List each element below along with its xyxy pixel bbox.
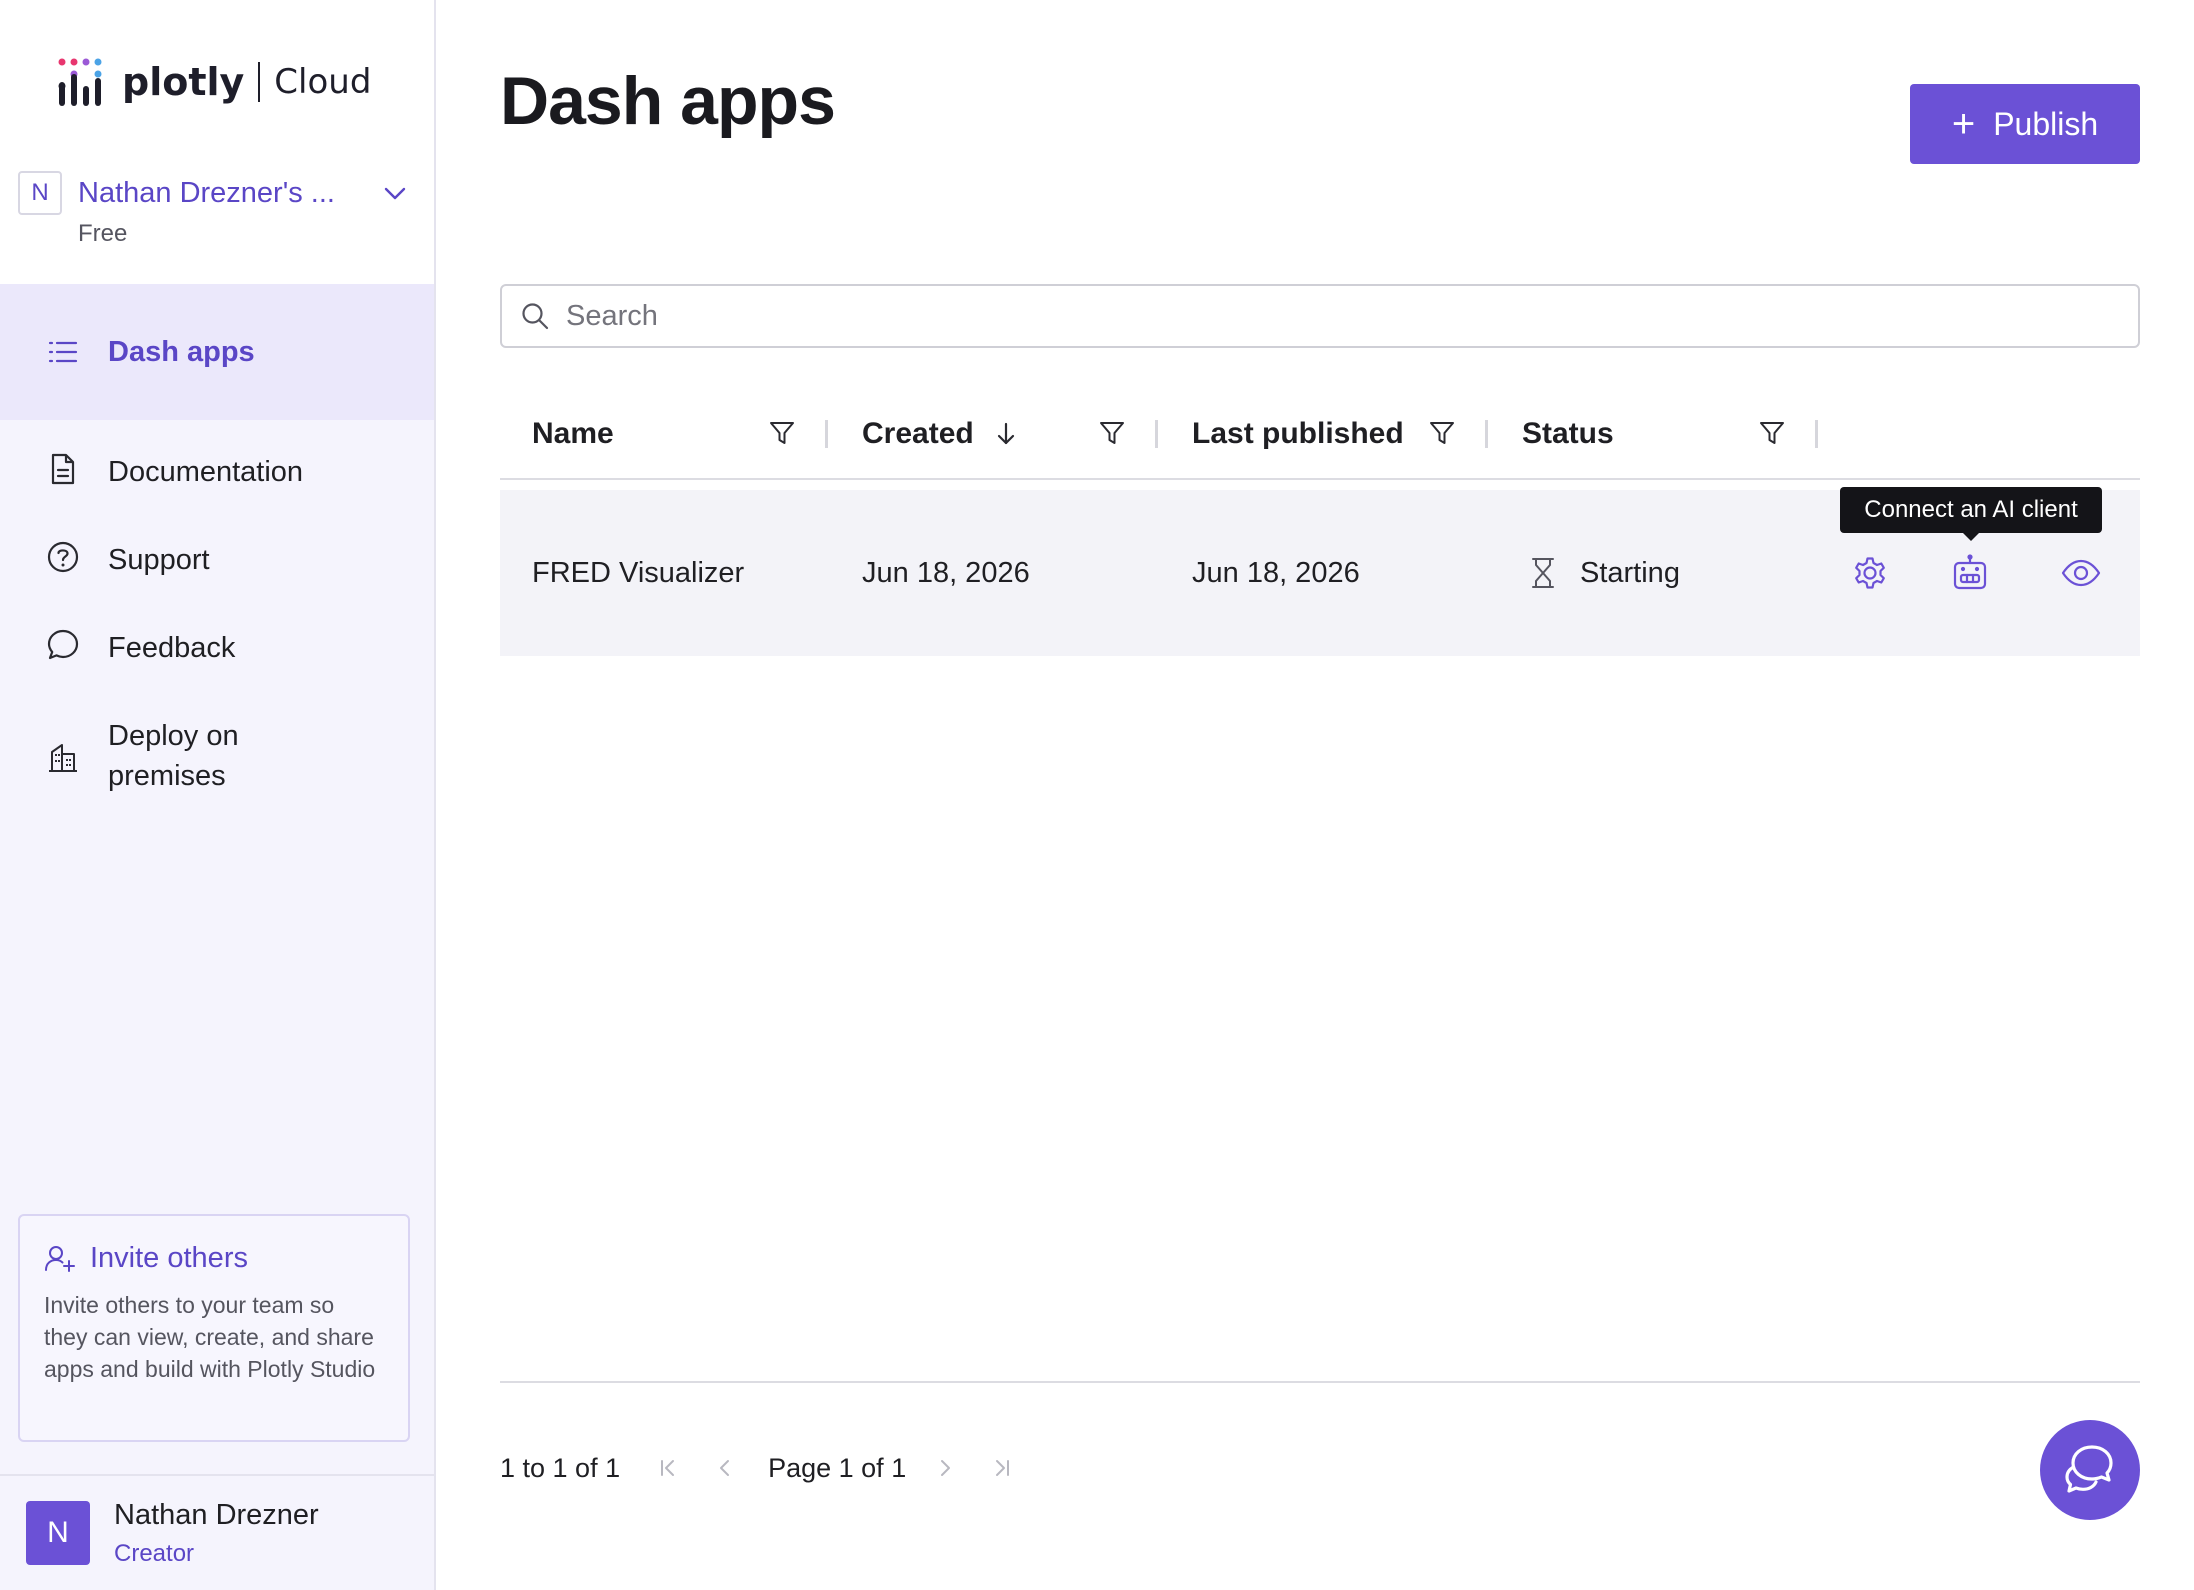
publish-button[interactable]: + Publish (1910, 84, 2140, 164)
user-profile[interactable]: N Nathan Drezner Creator (0, 1474, 434, 1590)
avatar: N (26, 1501, 90, 1565)
first-page-icon[interactable] (654, 1453, 684, 1483)
sort-descending-icon[interactable] (992, 420, 1020, 448)
sidebar-item-feedback[interactable]: Feedback (0, 628, 434, 668)
list-icon (48, 341, 78, 363)
invite-card: Invite others Invite others to your team… (18, 1214, 410, 1442)
chat-support-button[interactable] (2040, 1420, 2140, 1520)
filter-icon[interactable] (1097, 418, 1127, 448)
page-title: Dash apps (500, 63, 836, 139)
column-resize-handle[interactable] (1815, 420, 1818, 448)
search-input[interactable] (566, 299, 2066, 333)
sidebar-item-label: Support (108, 544, 210, 576)
sidebar-item-documentation[interactable]: Documentation (0, 452, 434, 492)
invite-description: Invite others to your team so they can v… (44, 1292, 376, 1382)
cell-created: Jun 18, 2026 (862, 556, 1030, 589)
column-resize-handle[interactable] (1485, 420, 1488, 448)
column-header-name[interactable]: Name (532, 400, 614, 468)
team-switcher[interactable]: N Nathan Drezner's ... (18, 170, 418, 216)
sidebar-item-support[interactable]: Support (0, 540, 434, 580)
filter-icon[interactable] (1427, 418, 1457, 448)
plotly-cloud-logo[interactable]: plotly Cloud (56, 56, 371, 108)
table-footer-divider (500, 1381, 2140, 1383)
robot-icon[interactable] (1950, 553, 1990, 593)
invite-title: Invite others (90, 1242, 248, 1274)
user-role: Creator (114, 1539, 195, 1567)
building-icon (49, 744, 77, 772)
search-icon (522, 303, 549, 330)
chat-bubble-icon (47, 629, 79, 660)
invite-others-link[interactable]: Invite others (44, 1242, 384, 1275)
table-header: Name Created Last published Status (500, 400, 2140, 480)
sidebar-item-label: Deploy on premises (108, 720, 239, 792)
sidebar-item-dash-apps[interactable]: Dash apps (0, 284, 434, 420)
cell-status: Starting (1528, 490, 1680, 656)
plus-icon: + (1951, 102, 1976, 146)
add-user-icon (45, 1245, 75, 1272)
sidebar-item-label: Dash apps (108, 336, 255, 368)
chevron-down-icon[interactable] (380, 178, 410, 208)
team-plan: Free (78, 220, 128, 247)
column-label: Last published (1192, 417, 1404, 450)
sidebar: plotly Cloud N Nathan Drezner's ... Free… (0, 0, 436, 1590)
filter-icon[interactable] (1757, 418, 1787, 448)
sidebar-header: plotly Cloud N Nathan Drezner's ... Free (0, 0, 434, 284)
pagination: 1 to 1 of 1 Page 1 of 1 (500, 1448, 1016, 1488)
user-name: Nathan Drezner (114, 1498, 319, 1531)
column-label: Created (862, 417, 974, 450)
filter-icon[interactable] (767, 418, 797, 448)
eye-icon[interactable] (2060, 553, 2102, 593)
publish-label: Publish (1993, 105, 2099, 142)
tooltip: Connect an AI client (1840, 487, 2102, 541)
product-name: Cloud (274, 62, 372, 102)
column-resize-handle[interactable] (825, 420, 828, 448)
column-header-last-published[interactable]: Last published (1192, 400, 1404, 468)
document-icon (51, 453, 75, 485)
search-box[interactable] (500, 284, 2140, 348)
previous-page-icon[interactable] (710, 1453, 740, 1483)
column-label: Status (1522, 417, 1614, 450)
team-avatar: N (18, 171, 62, 215)
column-label: Name (532, 417, 614, 450)
sidebar-item-deploy-on-premises[interactable]: Deploy on premises (0, 716, 434, 796)
last-page-icon[interactable] (986, 1453, 1016, 1483)
brand-name: plotly (122, 60, 245, 104)
cell-last-published: Jun 18, 2026 (1192, 556, 1360, 589)
user-info: Nathan Drezner Creator (114, 1499, 319, 1568)
sidebar-item-label: Documentation (108, 456, 304, 488)
next-page-icon[interactable] (930, 1453, 960, 1483)
hourglass-icon (1532, 558, 1554, 588)
settings-icon[interactable] (1850, 553, 1890, 593)
page-indicator: Page 1 of 1 (768, 1452, 907, 1483)
sidebar-item-label: Feedback (108, 632, 236, 664)
column-resize-handle[interactable] (1155, 420, 1158, 448)
team-name: Nathan Drezner's ... (78, 176, 335, 209)
pagination-summary: 1 to 1 of 1 (500, 1452, 621, 1483)
column-header-created[interactable]: Created (862, 400, 1020, 468)
cell-app-name[interactable]: FRED Visualizer (532, 490, 744, 656)
status-label: Starting (1580, 556, 1680, 589)
column-header-status[interactable]: Status (1522, 400, 1614, 468)
help-circle-icon (47, 541, 79, 573)
chat-icon (2065, 1445, 2113, 1493)
logo-divider (258, 62, 261, 102)
plotly-logo-icon (58, 58, 102, 106)
